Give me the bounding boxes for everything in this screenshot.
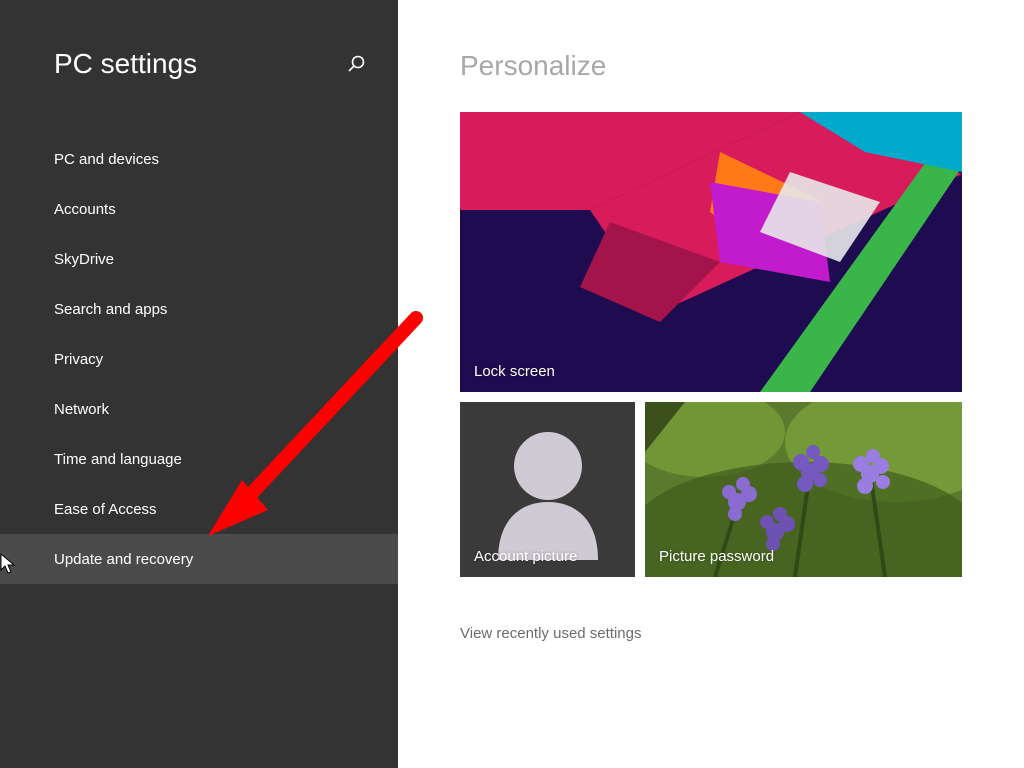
sidebar-item-time-and-language[interactable]: Time and language (0, 434, 398, 484)
sidebar-item-accounts[interactable]: Accounts (0, 184, 398, 234)
section-title: Personalize (460, 50, 962, 82)
sidebar-item-label: Time and language (54, 451, 182, 468)
tile-label: Lock screen (474, 363, 555, 380)
tile-picture-password[interactable]: Picture password (645, 402, 962, 577)
sidebar-item-ease-of-access[interactable]: Ease of Access (0, 484, 398, 534)
sidebar-item-network[interactable]: Network (0, 384, 398, 434)
sidebar-item-search-and-apps[interactable]: Search and apps (0, 284, 398, 334)
sidebar-nav: PC and devices Accounts SkyDrive Search … (0, 134, 398, 584)
sidebar-item-label: Network (54, 401, 109, 418)
personalize-tiles: Lock screen Account picture (460, 112, 962, 577)
tile-label: Picture password (659, 548, 774, 565)
sidebar-item-privacy[interactable]: Privacy (0, 334, 398, 384)
sidebar-item-label: Accounts (54, 201, 116, 218)
tile-account-picture[interactable]: Account picture (460, 402, 635, 577)
search-button[interactable] (344, 52, 368, 76)
tile-row-small: Account picture (460, 402, 962, 577)
tile-lock-screen[interactable]: Lock screen (460, 112, 962, 392)
sidebar-item-update-and-recovery[interactable]: Update and recovery (0, 534, 398, 584)
sidebar-item-pc-and-devices[interactable]: PC and devices (0, 134, 398, 184)
tile-label: Account picture (474, 548, 577, 565)
sidebar-item-label: Ease of Access (54, 501, 157, 518)
page-title: PC settings (54, 48, 197, 80)
sidebar-item-label: SkyDrive (54, 251, 114, 268)
sidebar-item-label: PC and devices (54, 151, 159, 168)
view-recently-used-settings-link[interactable]: View recently used settings (460, 625, 642, 642)
sidebar: PC settings PC and devices Accounts SkyD… (0, 0, 398, 768)
sidebar-item-label: Search and apps (54, 301, 167, 318)
lock-screen-artwork (460, 112, 962, 392)
sidebar-header: PC settings (0, 0, 398, 90)
search-icon (346, 54, 366, 74)
avatar-icon (488, 420, 608, 560)
sidebar-item-label: Privacy (54, 351, 103, 368)
sidebar-item-skydrive[interactable]: SkyDrive (0, 234, 398, 284)
sidebar-item-label: Update and recovery (54, 551, 193, 568)
main-content: Personalize (398, 0, 1024, 768)
